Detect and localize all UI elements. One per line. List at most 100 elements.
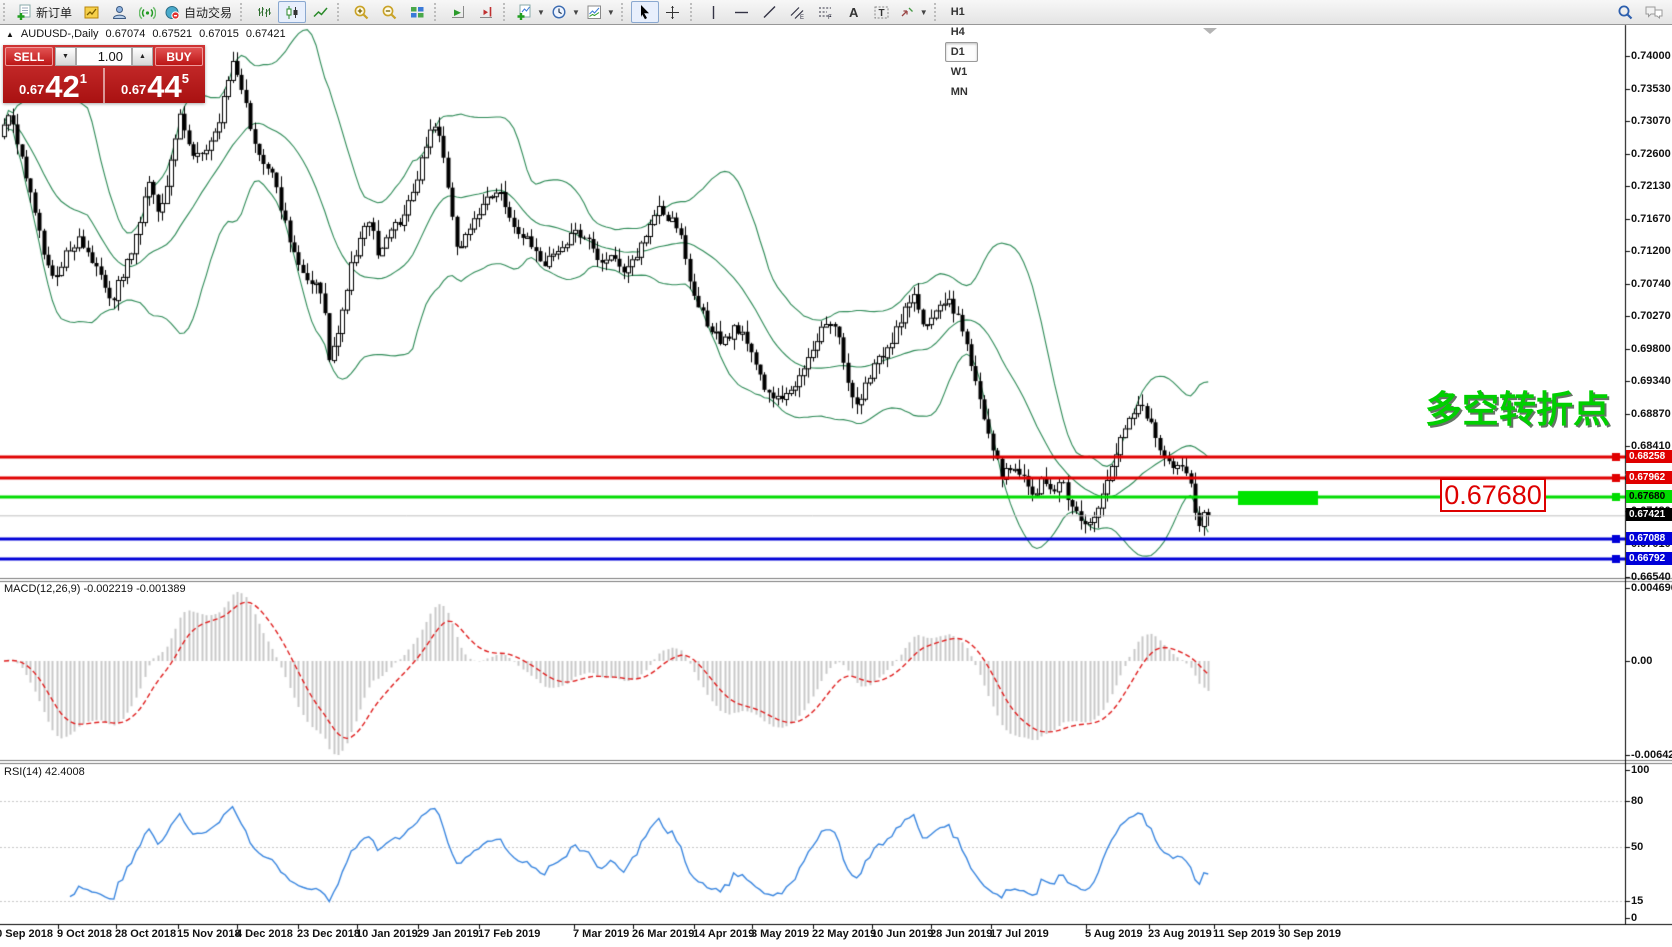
turning-point-annotation[interactable]: 多空转折点 (1425, 379, 1610, 433)
auto-trading-icon (164, 4, 181, 21)
horizontal-line-icon (733, 4, 750, 21)
price-axis-tick: 0.70270 (1631, 310, 1671, 322)
text-label-icon: T (873, 4, 890, 21)
price-axis-tick: 0.68870 (1631, 408, 1671, 420)
toolbar-grip[interactable] (934, 3, 940, 21)
zoom-in-button[interactable] (347, 1, 375, 23)
time-axis-label: 28 Jun 2019 (930, 928, 992, 940)
toolbar-grip[interactable] (240, 3, 246, 21)
toolbar-grip[interactable] (690, 3, 696, 21)
indicators-icon (516, 4, 533, 21)
sell-price[interactable]: 0.67 42 1 (3, 68, 105, 103)
profiles-icon (111, 4, 128, 21)
time-axis-label: 22 May 2019 (812, 928, 876, 940)
zoom-out-icon (381, 4, 398, 21)
toolbar-grip[interactable] (434, 3, 440, 21)
price-axis-tick: 0.71200 (1631, 245, 1671, 257)
tf-d1[interactable]: D1 (945, 42, 978, 62)
chart-shift-button[interactable] (472, 1, 500, 23)
macd-label: MACD(12,26,9) -0.002219 -0.001389 (4, 583, 186, 595)
indicators-button[interactable]: ▼ (513, 1, 548, 23)
current-price-tag: 0.67421 (1626, 508, 1672, 521)
vertical-line-tool-button[interactable] (700, 1, 728, 23)
rsi-axis-tick: 100 (1631, 764, 1649, 776)
bar-chart-mode-button[interactable] (250, 1, 278, 23)
tf-mn[interactable]: MN (945, 82, 978, 102)
zoom-out-button[interactable] (375, 1, 403, 23)
tile-windows-button[interactable] (403, 1, 431, 23)
time-axis-label: 23 Aug 2019 (1148, 928, 1212, 940)
rsi-axis-tick: 0 (1631, 912, 1637, 924)
periods-button[interactable]: ▼ (548, 1, 583, 23)
price-level-tag: 0.67680 (1626, 490, 1672, 503)
trendline-tool-button[interactable] (756, 1, 784, 23)
price-level-tag: 0.68258 (1626, 450, 1672, 463)
toolbar-grip[interactable] (337, 3, 343, 21)
price-chart-canvas[interactable] (0, 0, 1672, 947)
sell-price-main: 42 (45, 74, 79, 100)
price-axis-tick: 0.69800 (1631, 343, 1671, 355)
svg-text:T: T (879, 8, 885, 19)
fibonacci-tool-button[interactable]: F (812, 1, 840, 23)
price-box-annotation[interactable]: 0.67680 (1440, 478, 1546, 512)
auto-trading-label: 自动交易 (184, 4, 234, 21)
signals-button[interactable] (133, 1, 161, 23)
channel-tool-button[interactable]: E (784, 1, 812, 23)
time-axis-label: 10 Jan 2019 (356, 928, 418, 940)
candlestick-icon (284, 4, 301, 21)
new-chart-button[interactable] (77, 1, 105, 23)
chart-shift-marker-icon[interactable] (1203, 28, 1217, 34)
time-axis-label: 17 Feb 2019 (478, 928, 540, 940)
volume-input[interactable]: 1.00 (76, 47, 132, 66)
tf-h4[interactable]: H4 (945, 22, 978, 42)
chart-symbol-label: AUDUSD-,Daily (21, 28, 99, 40)
toolbar-grip[interactable] (3, 3, 9, 21)
candlestick-mode-button[interactable] (278, 1, 306, 23)
volume-down-button[interactable]: ▼ (55, 47, 76, 66)
auto-trading-button[interactable]: 自动交易 (161, 1, 237, 23)
price-level-tag: 0.67962 (1626, 471, 1672, 484)
toolbar-grip[interactable] (503, 3, 509, 21)
text-tool-button[interactable]: A (840, 1, 868, 23)
horizontal-line-tool-button[interactable] (728, 1, 756, 23)
collapse-triangle-icon[interactable]: ▲ (6, 30, 14, 39)
price-axis-tick: 0.72130 (1631, 180, 1671, 192)
cursor-tool-button[interactable] (631, 1, 659, 23)
sell-button[interactable]: SELL (5, 47, 53, 66)
price-axis-tick: 0.70740 (1631, 278, 1671, 290)
new-order-icon (16, 4, 33, 21)
price-axis-tick: 0.73070 (1631, 115, 1671, 127)
tf-w1[interactable]: W1 (945, 62, 978, 82)
auto-scroll-icon (450, 4, 467, 21)
svg-text:A: A (849, 5, 859, 20)
trendline-icon (761, 4, 778, 21)
crosshair-tool-button[interactable] (659, 1, 687, 23)
chart-title-bar: ▲ AUDUSD-,Daily 0.67074 0.67521 0.67015 … (6, 28, 286, 40)
volume-up-button[interactable]: ▲ (132, 47, 153, 66)
cursor-icon (636, 4, 653, 21)
time-axis-label: 29 Jan 2019 (417, 928, 479, 940)
macd-axis-tick: -0.006427 (1631, 749, 1672, 761)
profiles-button[interactable] (105, 1, 133, 23)
text-label-tool-button[interactable]: T (868, 1, 896, 23)
periods-caret-icon: ▼ (572, 8, 580, 17)
new-order-button[interactable]: 新订单 (13, 1, 77, 23)
buy-button[interactable]: BUY (155, 47, 203, 66)
new-chart-icon (83, 4, 100, 21)
buy-price[interactable]: 0.67 44 5 (105, 68, 205, 103)
line-chart-mode-button[interactable] (306, 1, 334, 23)
templates-button[interactable]: ▼ (583, 1, 618, 23)
arrows-tool-button[interactable]: ▼ (896, 1, 931, 23)
arrows-icon (899, 4, 916, 21)
price-axis-tick: 0.72600 (1631, 148, 1671, 160)
auto-scroll-button[interactable] (444, 1, 472, 23)
toolbar-grip[interactable] (621, 3, 627, 21)
tf-h1[interactable]: H1 (945, 2, 978, 22)
chat-icon[interactable] (1644, 4, 1664, 21)
text-icon: A (845, 4, 862, 21)
rsi-axis-tick: 80 (1631, 795, 1643, 807)
rsi-axis-tick: 15 (1631, 895, 1643, 907)
search-icon[interactable] (1617, 4, 1634, 21)
sell-price-sup: 1 (80, 71, 87, 86)
signals-icon (139, 4, 156, 21)
